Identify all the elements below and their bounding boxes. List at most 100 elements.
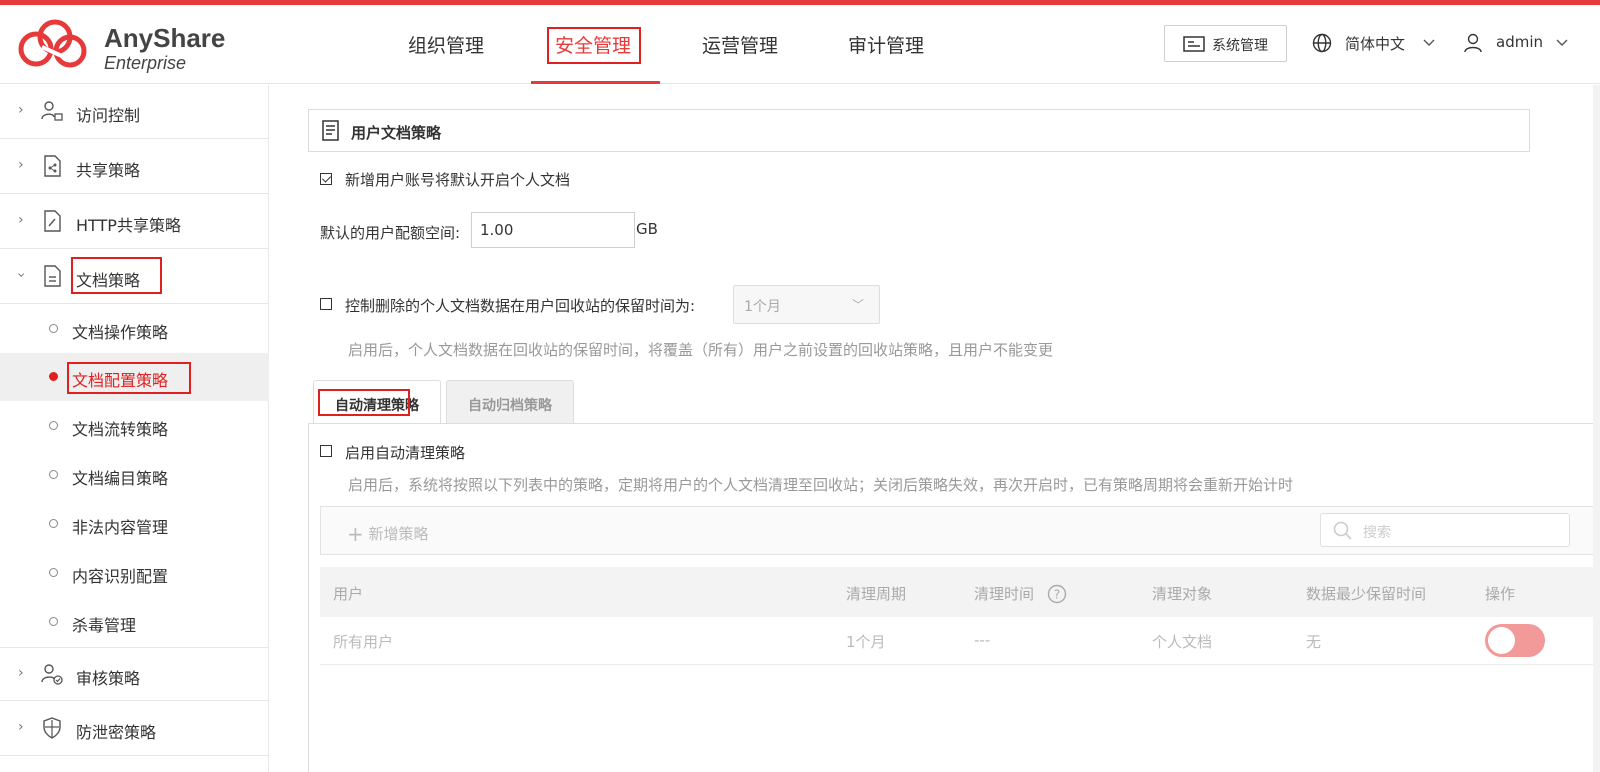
- cell-min-retention: 无: [1306, 633, 1322, 651]
- sidebar-item-label: 访问控制: [76, 106, 141, 125]
- sidebar-item-label: HTTP共享策略: [76, 216, 181, 235]
- nav-audit-management[interactable]: 审计管理: [848, 29, 924, 69]
- sidebar-subitem-label: 文档编目策略: [72, 469, 169, 488]
- quota-label: 默认的用户配额空间:: [320, 224, 461, 242]
- document-list-icon: [322, 120, 339, 141]
- sidebar-item-dlp-policy[interactable]: › 防泄密策略: [0, 702, 269, 756]
- cell-time: ---: [974, 631, 991, 649]
- sidebar-subitem-label: 文档流转策略: [72, 420, 169, 439]
- toggle-knob: [1488, 627, 1515, 654]
- chevron-right-icon: ›: [18, 719, 24, 735]
- retention-checkbox[interactable]: [320, 298, 332, 310]
- nav-active-underline: [531, 81, 660, 84]
- quota-input[interactable]: [471, 212, 635, 248]
- bullet-icon: [49, 470, 58, 479]
- column-header: 用户: [333, 585, 364, 603]
- highlight-box: [67, 362, 191, 394]
- monitor-icon: [1183, 36, 1205, 52]
- user-lock-icon: [41, 101, 63, 121]
- system-management-button[interactable]: 系统管理: [1164, 25, 1287, 62]
- bullet-icon: [49, 519, 58, 528]
- sidebar-subitem-doc-flow[interactable]: 文档流转策略: [0, 402, 269, 450]
- add-policy-button[interactable]: + 新增策略: [347, 522, 429, 546]
- column-header: 操作: [1485, 585, 1516, 603]
- sidebar-item-access-control[interactable]: › 访问控制: [0, 85, 269, 139]
- cell-user: 所有用户: [333, 633, 394, 651]
- chevron-down-icon: ›: [12, 272, 29, 278]
- bullet-icon: [49, 617, 58, 626]
- chevron-down-icon: [1423, 39, 1435, 46]
- section-title: 用户文档策略: [351, 124, 442, 142]
- page-scrollbar[interactable]: [1593, 85, 1600, 772]
- table-header: 用户 清理周期 清理时间 ? 清理对象 数据最少保留时间 操作: [320, 567, 1600, 617]
- sidebar-subitem-content-recognition[interactable]: 内容识别配置: [0, 549, 269, 597]
- chevron-right-icon: ›: [18, 157, 24, 173]
- user-check-icon: [41, 664, 63, 685]
- policy-enable-toggle[interactable]: [1485, 624, 1545, 657]
- sidebar-subitem-antivirus[interactable]: 杀毒管理: [0, 598, 269, 646]
- sidebar-subitem-label: 杀毒管理: [72, 616, 137, 635]
- highlight-box: [71, 257, 162, 294]
- sidebar-subitem-label: 文档操作策略: [72, 323, 169, 342]
- column-header: 清理对象: [1152, 585, 1213, 603]
- auto-clean-checkbox[interactable]: [320, 445, 332, 457]
- auto-clean-hint: 启用后，系统将按照以下列表中的策略，定期将用户的个人文档清理至回收站；关闭后策略…: [348, 476, 1294, 494]
- search-icon: [1333, 521, 1352, 540]
- search-input[interactable]: 搜索: [1320, 513, 1570, 547]
- svg-text:?: ?: [1054, 588, 1060, 602]
- bullet-icon: [49, 372, 58, 381]
- personal-doc-label: 新增用户账号将默认开启个人文档: [345, 171, 571, 189]
- chevron-right-icon: ›: [18, 665, 24, 681]
- sidebar-item-label: 共享策略: [76, 161, 141, 180]
- sidebar-subitem-illegal-content[interactable]: 非法内容管理: [0, 500, 269, 548]
- bullet-icon: [49, 421, 58, 430]
- username-label: admin: [1496, 33, 1543, 51]
- personal-doc-checkbox[interactable]: [320, 173, 332, 185]
- globe-icon: [1312, 33, 1332, 53]
- section-header: 用户文档策略: [308, 109, 1530, 152]
- auto-clean-label: 启用自动清理策略: [345, 444, 466, 462]
- retention-hint: 启用后，个人文档数据在回收站的保留时间，将覆盖（所有）用户之前设置的回收站策略，…: [348, 341, 1054, 359]
- sidebar-subitem-label: 内容识别配置: [72, 567, 169, 586]
- language-label: 简体中文: [1345, 35, 1406, 53]
- anyshare-logo[interactable]: AnyShare Enterprise: [12, 15, 232, 75]
- tab-auto-archive[interactable]: 自动归档策略: [446, 380, 574, 424]
- chevron-down-icon: [1556, 39, 1568, 46]
- chevron-right-icon: ›: [18, 102, 24, 118]
- tab-label: 自动归档策略: [468, 398, 552, 414]
- cell-target: 个人文档: [1152, 633, 1213, 651]
- sidebar-item-audit-policy[interactable]: › 审核策略: [0, 647, 269, 701]
- sidebar-subitem-doc-catalog[interactable]: 文档编目策略: [0, 451, 269, 499]
- sidebar-item-label: 审核策略: [76, 669, 141, 688]
- sidebar-item-http-share-policy[interactable]: › HTTP共享策略: [0, 195, 269, 249]
- quota-unit: GB: [636, 220, 658, 238]
- system-management-label: 系统管理: [1212, 38, 1268, 54]
- sidebar-item-label: 防泄密策略: [76, 723, 157, 742]
- plus-icon: +: [347, 522, 364, 546]
- help-icon[interactable]: ?: [1047, 584, 1067, 604]
- chevron-down-icon: ﹀: [852, 298, 865, 312]
- column-header: 清理周期: [846, 585, 907, 603]
- chevron-right-icon: ›: [18, 212, 24, 228]
- bullet-icon: [49, 324, 58, 333]
- sidebar-subitem-label: 非法内容管理: [72, 518, 169, 537]
- sidebar-item-share-policy[interactable]: › 共享策略: [0, 140, 269, 194]
- nav-active-highlight: [547, 27, 641, 64]
- brand-subtitle: Enterprise: [104, 53, 187, 73]
- column-header: 清理时间: [974, 585, 1035, 603]
- nav-org-management[interactable]: 组织管理: [408, 29, 484, 69]
- shield-icon: [43, 717, 61, 739]
- bullet-icon: [49, 568, 58, 577]
- cloud-logo-icon: [18, 19, 87, 68]
- sidebar: › 访问控制 › 共享策略 › HTTP共享策略 › 文档策略 文档操作策略 文…: [0, 85, 269, 772]
- app-header: AnyShare Enterprise 组织管理 安全管理 运营管理 审计管理 …: [0, 5, 1600, 84]
- retention-period-select[interactable]: 1个月 ﹀: [733, 285, 880, 324]
- share-doc-icon: [44, 155, 61, 177]
- main-content: 用户文档策略 新增用户账号将默认开启个人文档 默认的用户配额空间: GB 控制删…: [270, 85, 1600, 772]
- nav-ops-management[interactable]: 运营管理: [702, 29, 778, 69]
- sidebar-subitem-doc-operation[interactable]: 文档操作策略: [0, 305, 269, 353]
- link-doc-icon: [44, 210, 61, 232]
- table-row: 所有用户 1个月 --- 个人文档 无: [320, 617, 1600, 665]
- user-icon: [1464, 33, 1482, 53]
- brand-title: AnyShare: [104, 23, 226, 53]
